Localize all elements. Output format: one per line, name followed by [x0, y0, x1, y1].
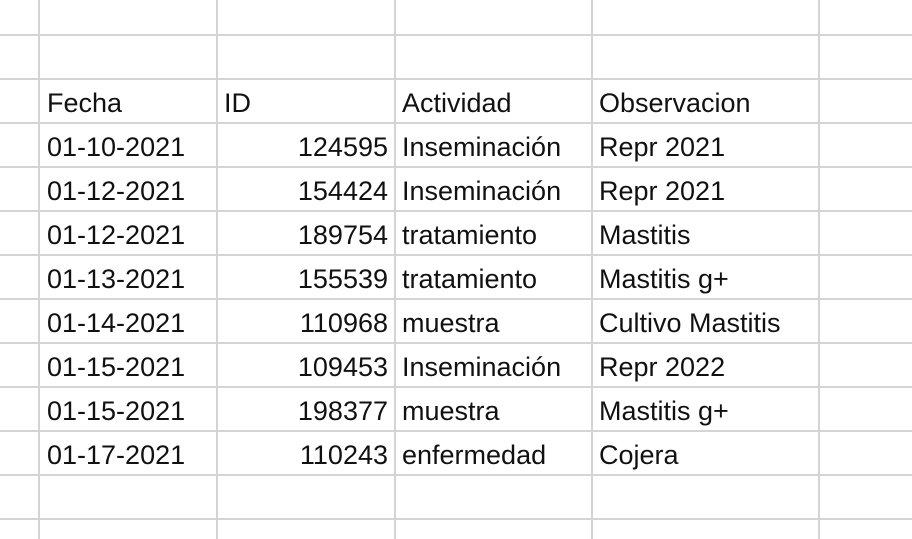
id-cell[interactable]: 198377 — [218, 388, 394, 432]
fecha-cell[interactable]: 01-10-2021 — [40, 124, 217, 168]
actividad-cell[interactable]: tratamiento — [396, 212, 591, 256]
id-cell[interactable]: 155539 — [218, 256, 394, 300]
row-gridline — [0, 518, 912, 520]
fecha-cell[interactable]: 01-15-2021 — [40, 388, 217, 432]
id-cell[interactable]: 110968 — [218, 300, 394, 344]
id-cell[interactable]: 110243 — [218, 432, 394, 476]
fecha-cell[interactable]: 01-13-2021 — [40, 256, 217, 300]
observacion-cell[interactable]: Cultivo Mastitis — [593, 300, 818, 344]
fecha-cell[interactable]: 01-12-2021 — [40, 168, 217, 212]
observacion-cell[interactable]: Repr 2021 — [593, 168, 818, 212]
observacion-cell[interactable]: Mastitis g+ — [593, 256, 818, 300]
actividad-cell[interactable]: muestra — [396, 388, 591, 432]
observacion-cell[interactable]: Repr 2022 — [593, 344, 818, 388]
fecha-cell[interactable]: 01-15-2021 — [40, 344, 217, 388]
observacion-cell[interactable]: Mastitis — [593, 212, 818, 256]
id-cell[interactable]: 124595 — [218, 124, 394, 168]
header-cell-actividad[interactable]: Actividad — [396, 80, 591, 124]
header-cell-observacion[interactable]: Observacion — [593, 80, 818, 124]
observacion-cell[interactable]: Mastitis g+ — [593, 388, 818, 432]
column-gridline — [818, 0, 820, 539]
header-cell-fecha[interactable]: Fecha — [40, 80, 217, 124]
actividad-cell[interactable]: Inseminación — [396, 124, 591, 168]
fecha-cell[interactable]: 01-17-2021 — [40, 432, 217, 476]
row-gridline — [0, 34, 912, 36]
id-cell[interactable]: 109453 — [218, 344, 394, 388]
actividad-cell[interactable]: tratamiento — [396, 256, 591, 300]
id-cell[interactable]: 154424 — [218, 168, 394, 212]
observacion-cell[interactable]: Cojera — [593, 432, 818, 476]
fecha-cell[interactable]: 01-12-2021 — [40, 212, 217, 256]
id-cell[interactable]: 189754 — [218, 212, 394, 256]
spreadsheet-grid: Fecha ID Actividad Observacion 01-10-202… — [0, 0, 912, 539]
actividad-cell[interactable]: Inseminación — [396, 168, 591, 212]
actividad-cell[interactable]: muestra — [396, 300, 591, 344]
header-cell-id[interactable]: ID — [218, 80, 394, 124]
fecha-cell[interactable]: 01-14-2021 — [40, 300, 217, 344]
actividad-cell[interactable]: Inseminación — [396, 344, 591, 388]
actividad-cell[interactable]: enfermedad — [396, 432, 591, 476]
observacion-cell[interactable]: Repr 2021 — [593, 124, 818, 168]
